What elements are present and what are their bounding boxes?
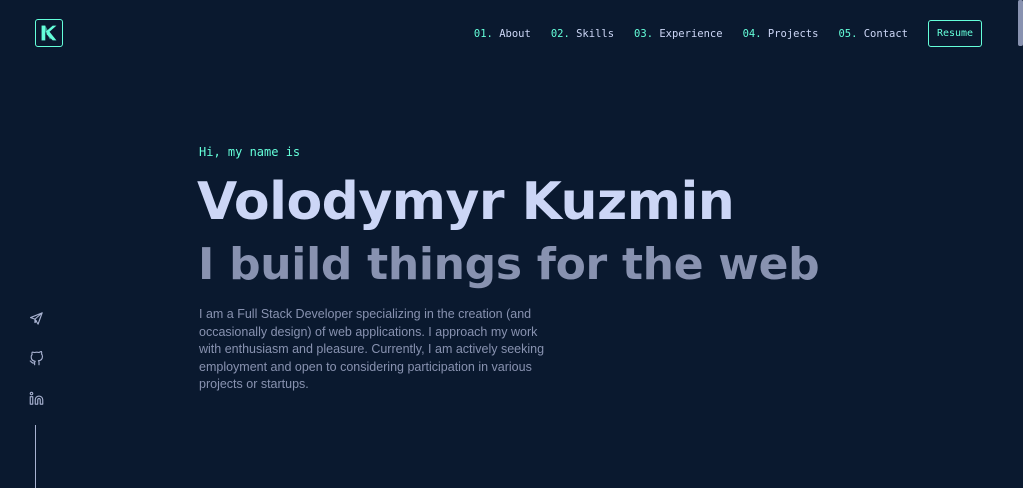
hero-bio: I am a Full Stack Developer specializing… <box>199 307 545 391</box>
main-nav: 01. About 02. Skills 03. Experience 04. … <box>474 20 982 47</box>
nav-number: 02. <box>550 27 570 40</box>
nav-item-about[interactable]: 01. About <box>474 28 531 40</box>
scrollbar[interactable] <box>1018 0 1023 488</box>
nav-number: 05. <box>838 27 858 40</box>
telegram-icon <box>29 311 43 325</box>
github-icon <box>29 350 43 365</box>
nav-item-contact[interactable]: 05. Contact <box>838 28 908 40</box>
linkedin-link[interactable] <box>26 388 46 408</box>
nav-item-experience[interactable]: 03. Experience <box>634 28 723 40</box>
nav-label: Contact <box>863 27 908 40</box>
logo-k-icon <box>41 25 57 41</box>
resume-button[interactable]: Resume <box>928 20 982 47</box>
telegram-link[interactable] <box>26 308 46 328</box>
social-divider-line <box>35 425 36 488</box>
linkedin-icon <box>29 391 43 405</box>
nav-label: Skills <box>576 27 615 40</box>
nav-number: 03. <box>634 27 654 40</box>
logo[interactable] <box>35 19 63 47</box>
github-link[interactable] <box>26 348 46 368</box>
nav-label: Projects <box>767 27 819 40</box>
hero-greeting: Hi, my name is <box>199 145 301 159</box>
hero-tagline: I build things for the web <box>198 239 820 290</box>
nav-number: 04. <box>742 27 762 40</box>
nav-label: Experience <box>659 27 723 40</box>
scrollbar-thumb[interactable] <box>1018 0 1023 46</box>
nav-item-projects[interactable]: 04. Projects <box>743 28 819 40</box>
hero-name: Volodymyr Kuzmin <box>197 172 735 232</box>
nav-item-skills[interactable]: 02. Skills <box>551 28 614 40</box>
nav-label: About <box>499 27 531 40</box>
nav-number: 01. <box>473 27 493 40</box>
